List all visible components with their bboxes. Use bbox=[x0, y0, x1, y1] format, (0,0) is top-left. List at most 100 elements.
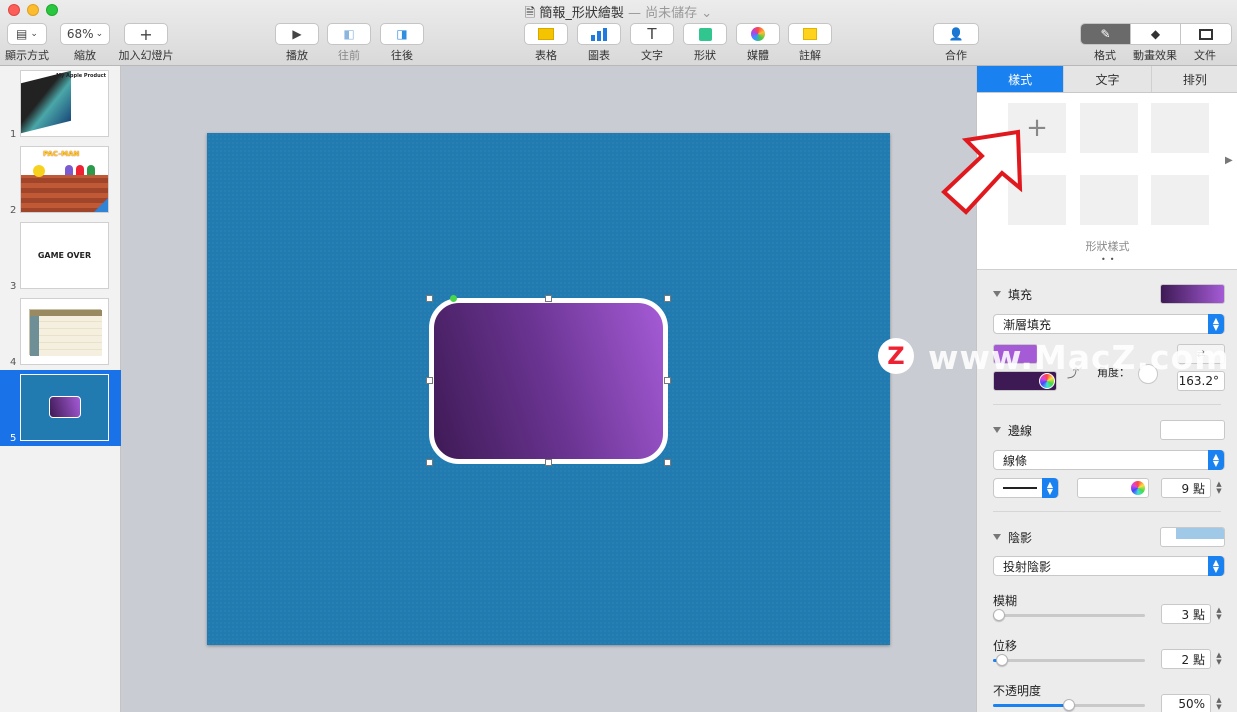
shape-style-5[interactable] bbox=[1080, 175, 1138, 225]
tab-text[interactable]: 文字 bbox=[1064, 66, 1152, 92]
text-button[interactable]: T bbox=[630, 23, 674, 45]
border-width-stepper[interactable]: ▲ ▼ bbox=[1214, 478, 1224, 498]
disclosure-triangle-icon[interactable] bbox=[993, 291, 1001, 297]
tab-arrange[interactable]: 排列 bbox=[1152, 66, 1237, 92]
color-wheel-icon[interactable] bbox=[1130, 480, 1146, 496]
line-style-select[interactable]: ▲ ▼ bbox=[993, 478, 1059, 498]
resize-handle-bottom-left[interactable] bbox=[426, 459, 433, 466]
offset-slider[interactable] bbox=[993, 654, 1145, 666]
resize-handle-top[interactable] bbox=[545, 295, 552, 302]
border-color-well[interactable] bbox=[1077, 478, 1149, 498]
slide-thumbnail-3[interactable]: GAME OVER 3 bbox=[0, 218, 121, 294]
disclosure-triangle-icon[interactable] bbox=[993, 427, 1001, 433]
animate-icon: ◆ bbox=[1150, 27, 1161, 41]
chart-button[interactable] bbox=[577, 23, 621, 45]
ghost-icon bbox=[76, 165, 84, 175]
opacity-stepper[interactable]: ▲ ▼ bbox=[1214, 694, 1224, 712]
zoom-menu[interactable]: 68% ⌄ bbox=[60, 23, 110, 45]
animate-button[interactable]: ◆ bbox=[1131, 24, 1181, 44]
media-button[interactable] bbox=[736, 23, 780, 45]
border-type-select[interactable]: 線條 ▲ ▼ bbox=[993, 450, 1225, 470]
resize-handle-bottom[interactable] bbox=[545, 459, 552, 466]
collaborate-label: 合作 bbox=[945, 49, 967, 62]
divider bbox=[993, 404, 1221, 405]
fill-color-well[interactable] bbox=[1160, 284, 1225, 304]
shadow-preview[interactable] bbox=[1160, 527, 1225, 547]
blur-field[interactable]: 3 點 bbox=[1161, 604, 1211, 624]
slide-number: 5 bbox=[10, 433, 17, 444]
slide-preview bbox=[20, 374, 109, 441]
send-backward-button[interactable]: ◨ bbox=[380, 23, 424, 45]
resize-handle-right[interactable] bbox=[664, 377, 671, 384]
disclosure-triangle-icon[interactable] bbox=[993, 534, 1001, 540]
divider bbox=[993, 511, 1221, 512]
corner-radius-handle[interactable] bbox=[450, 295, 457, 302]
chevron-down-icon: ⌄ bbox=[95, 29, 104, 39]
fill-label: 填充 bbox=[1008, 288, 1033, 302]
inspector-tabs: 樣式 文字 排列 bbox=[977, 66, 1237, 93]
pacman-icon bbox=[33, 165, 45, 177]
resize-handle-left[interactable] bbox=[426, 377, 433, 384]
table-body bbox=[39, 316, 102, 356]
slide-number: 4 bbox=[10, 357, 17, 368]
slide-thumbnail-5[interactable]: 5 bbox=[0, 370, 121, 446]
play-button[interactable]: ▶ bbox=[275, 23, 319, 45]
blur-slider[interactable] bbox=[993, 609, 1145, 621]
resize-handle-top-left[interactable] bbox=[426, 295, 433, 302]
shadow-type-select[interactable]: 投射陰影 ▲ ▼ bbox=[993, 556, 1225, 576]
add-slide-button[interactable]: + bbox=[124, 23, 168, 45]
slide-preview: GAME OVER bbox=[20, 222, 109, 289]
view-button[interactable]: ▤ ⌄ bbox=[7, 23, 47, 45]
slide-thumbnail-4[interactable]: 4 bbox=[0, 294, 121, 370]
comment-button[interactable] bbox=[788, 23, 832, 45]
slider-fill bbox=[993, 704, 1069, 707]
document-icon: 🗎 bbox=[524, 6, 536, 21]
shape-button[interactable] bbox=[683, 23, 727, 45]
opacity-field[interactable]: 50% bbox=[1161, 694, 1211, 712]
slide-preview bbox=[20, 298, 109, 365]
page-indicator[interactable]: •• bbox=[1101, 255, 1118, 264]
slider-knob[interactable] bbox=[1063, 699, 1075, 711]
select-arrows-icon: ▲ ▼ bbox=[1042, 478, 1058, 498]
media-label: 媒體 bbox=[747, 49, 769, 62]
save-status[interactable]: — 尚未儲存 ⌄ bbox=[628, 6, 712, 21]
comment-label: 註解 bbox=[799, 49, 821, 62]
fill-type-select[interactable]: 漸層填充 ▲ ▼ bbox=[993, 314, 1225, 334]
window-title: 🗎 簡報_形狀繪製 — 尚未儲存 ⌄ bbox=[524, 6, 713, 21]
slide-navigator: My Apple Product 1 PAC-MAN 2 GAME OVER 3 bbox=[0, 66, 121, 712]
resize-handle-bottom-right[interactable] bbox=[664, 459, 671, 466]
blur-stepper[interactable]: ▲ ▼ bbox=[1214, 604, 1224, 624]
tab-style[interactable]: 樣式 bbox=[977, 66, 1065, 92]
slider-knob[interactable] bbox=[996, 654, 1009, 666]
border-color-preview[interactable] bbox=[1160, 420, 1225, 440]
offset-field[interactable]: 2 點 bbox=[1161, 649, 1211, 669]
resize-handle-top-right[interactable] bbox=[664, 295, 671, 302]
paintbrush-icon: ✎ bbox=[1100, 27, 1111, 41]
shape-style-3[interactable] bbox=[1151, 103, 1209, 153]
bring-forward-button[interactable]: ◧ bbox=[327, 23, 371, 45]
current-slide[interactable] bbox=[207, 133, 890, 645]
view-label: 顯示方式 bbox=[5, 49, 49, 62]
document-button[interactable] bbox=[1181, 24, 1231, 44]
shape-style-6[interactable] bbox=[1151, 175, 1209, 225]
watermark-text: www.MacZ.com bbox=[928, 338, 1230, 377]
rounded-rectangle-shape[interactable] bbox=[429, 298, 668, 464]
border-width-field[interactable]: 9 點 bbox=[1161, 478, 1211, 498]
slide-thumbnail-2[interactable]: PAC-MAN 2 bbox=[0, 142, 121, 218]
slide-thumbnail-1[interactable]: My Apple Product 1 bbox=[0, 66, 121, 142]
opacity-slider[interactable] bbox=[993, 699, 1145, 711]
shape-preview bbox=[49, 396, 81, 418]
table-preview bbox=[29, 309, 102, 356]
text-icon: T bbox=[647, 25, 657, 43]
shape-style-2[interactable] bbox=[1080, 103, 1138, 153]
format-button[interactable]: ✎ bbox=[1081, 24, 1131, 44]
watermark-logo: Z bbox=[878, 338, 914, 374]
shape-icon bbox=[698, 27, 712, 41]
slider-knob[interactable] bbox=[993, 609, 1006, 621]
collaborate-button[interactable]: 👤 bbox=[933, 23, 979, 45]
format-label: 格式 bbox=[1094, 49, 1116, 62]
slide-number: 2 bbox=[10, 205, 17, 216]
table-button[interactable] bbox=[524, 23, 568, 45]
next-page-arrow-icon[interactable]: ▶ bbox=[1225, 155, 1233, 166]
offset-stepper[interactable]: ▲ ▼ bbox=[1214, 649, 1224, 669]
